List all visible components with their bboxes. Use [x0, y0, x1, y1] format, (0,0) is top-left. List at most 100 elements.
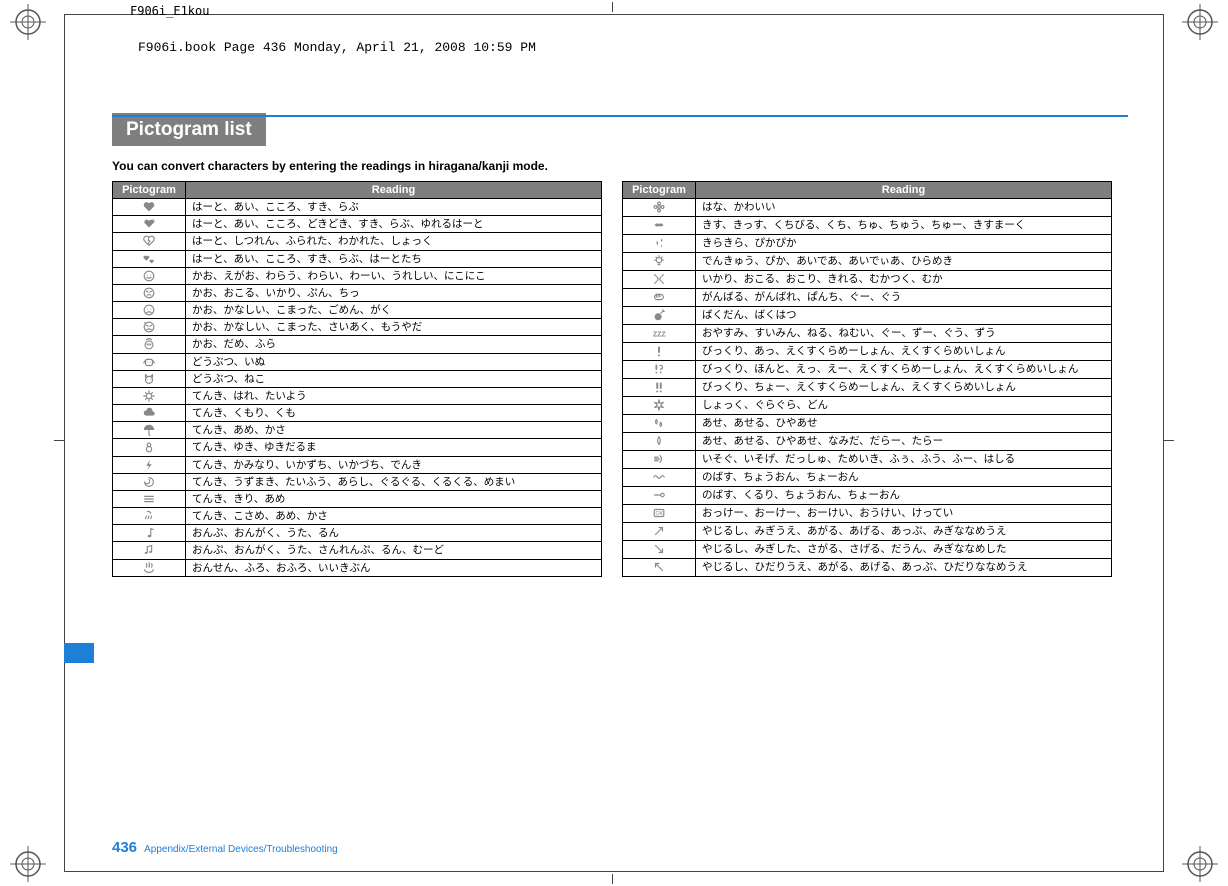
- table-row: がんばる、がんばれ、ぱんち、ぐー、ぐう: [623, 288, 1112, 306]
- table-row: はーと、あい、こころ、すき、らぶ: [113, 199, 602, 216]
- table-row: てんき、かみなり、いかずち、いかづち、でんき: [113, 456, 602, 473]
- reading-cell: びっくり、ほんと、えっ、えー、えくすくらめーしょん、えくすくらめいしょん: [696, 360, 1112, 378]
- table-row: てんき、ゆき、ゆきだるま: [113, 439, 602, 456]
- face-despair-icon: [113, 319, 186, 336]
- registration-mark-br: [1182, 846, 1218, 882]
- table-row: のばす、ちょうおん、ちょーおん: [623, 468, 1112, 486]
- reading-cell: どうぶつ、いぬ: [186, 353, 602, 370]
- reading-cell: びっくり、あっ、えくすくらめーしょん、えくすくらめいしょん: [696, 342, 1112, 360]
- reading-cell: どうぶつ、ねこ: [186, 370, 602, 387]
- sparkle-icon: [623, 234, 696, 252]
- registration-mark-bl: [10, 846, 46, 882]
- table-row: あせ、あせる、ひやあせ、なみだ、だらー、たらー: [623, 432, 1112, 450]
- table-row: はーと、あい、こころ、どきどき、すき、らぶ、ゆれるはーと: [113, 216, 602, 233]
- lightning-icon: [113, 456, 186, 473]
- page-number: 436: [112, 839, 137, 856]
- reading-cell: きらきら、ぴかぴか: [696, 234, 1112, 252]
- dog-icon: [113, 353, 186, 370]
- notes-icon: [113, 542, 186, 559]
- table-row: いかり、おこる、おこり、きれる、むかつく、むか: [623, 270, 1112, 288]
- crop-tick: [1164, 440, 1174, 441]
- source-filename: F906i_E1kou: [130, 4, 209, 18]
- table-row: てんき、あめ、かさ: [113, 422, 602, 439]
- reading-cell: てんき、くもり、くも: [186, 405, 602, 422]
- svg-text:ZZZ: ZZZ: [653, 332, 666, 339]
- ok-icon: OK: [623, 504, 696, 522]
- sun-icon: [113, 387, 186, 404]
- reading-cell: おやすみ、すいみん、ねる、ねむい、ぐー、ずー、ぐう、ずう: [696, 324, 1112, 342]
- reading-cell: あせ、あせる、ひやあせ: [696, 414, 1112, 432]
- exclaim-q-icon: [623, 360, 696, 378]
- dash-icon: [623, 450, 696, 468]
- crop-tick: [612, 874, 613, 884]
- sweat-drops-icon: [623, 414, 696, 432]
- table-row: やじるし、みぎした、さがる、さげる、だうん、みぎななめした: [623, 540, 1112, 558]
- page-title: Pictogram list: [112, 113, 266, 146]
- table-row: きらきら、ぴかぴか: [623, 234, 1112, 252]
- table-row: しょっく、ぐらぐら、どん: [623, 396, 1112, 414]
- table-row: ばくだん、ばくはつ: [623, 306, 1112, 324]
- reading-cell: しょっく、ぐらぐら、どん: [696, 396, 1112, 414]
- arrow-dr-icon: [623, 540, 696, 558]
- reading-cell: てんき、あめ、かさ: [186, 422, 602, 439]
- pictogram-table-right: Pictogram Reading はな、かわいいきす、きっす、くちびる、くち、…: [622, 181, 1112, 577]
- heart-broken-icon: [113, 233, 186, 250]
- table-row: ZZZ おやすみ、すいみん、ねる、ねむい、ぐー、ずー、ぐう、ずう: [623, 324, 1112, 342]
- table-row: はーと、あい、こころ、すき、らぶ、はーとたち: [113, 250, 602, 267]
- crop-tick: [612, 2, 613, 12]
- reading-cell: のばす、くるり、ちょうおん、ちょーおん: [696, 486, 1112, 504]
- reading-cell: おんぷ、おんがく、うた、るん: [186, 525, 602, 542]
- table-row: かお、えがお、わらう、わらい、わーい、うれしい、にこにこ: [113, 267, 602, 284]
- table-row: あせ、あせる、ひやあせ: [623, 414, 1112, 432]
- table-row: おんぷ、おんがく、うた、るん: [113, 525, 602, 542]
- double-exclaim-icon: [623, 378, 696, 396]
- table-row: おんぷ、おんがく、うた、さんれんぷ、るん、むーど: [113, 542, 602, 559]
- reading-cell: のばす、ちょうおん、ちょーおん: [696, 468, 1112, 486]
- lightbulb-icon: [623, 252, 696, 270]
- reading-cell: てんき、かみなり、いかずち、いかづち、でんき: [186, 456, 602, 473]
- arrow-ur-icon: [623, 522, 696, 540]
- reading-cell: ばくだん、ばくはつ: [696, 306, 1112, 324]
- reading-cell: はーと、しつれん、ふられた、わかれた、しょっく: [186, 233, 602, 250]
- reading-cell: かお、おこる、いかり、ぷん、ちっ: [186, 284, 602, 301]
- heart-icon: [113, 199, 186, 216]
- reading-cell: きす、きっす、くちびる、くち、ちゅ、ちゅう、ちゅー、きすまーく: [696, 216, 1112, 234]
- reading-cell: てんき、きり、あめ: [186, 490, 602, 507]
- intro-text: You can convert characters by entering t…: [112, 159, 1128, 173]
- table-row: びっくり、ほんと、えっ、えー、えくすくらめーしょん、えくすくらめいしょん: [623, 360, 1112, 378]
- col-reading: Reading: [696, 182, 1112, 199]
- table-row: てんき、こさめ、あめ、かさ: [113, 508, 602, 525]
- umbrella-icon: [113, 422, 186, 439]
- wave-icon: [623, 468, 696, 486]
- title-block: Pictogram list: [112, 115, 1128, 141]
- col-reading: Reading: [186, 182, 602, 199]
- face-angry-icon: [113, 284, 186, 301]
- arrow-ul-icon: [623, 558, 696, 576]
- reading-cell: やじるし、ひだりうえ、あがる、あげる、あっぷ、ひだりななめうえ: [696, 558, 1112, 576]
- table-row: いそぐ、いそげ、だっしゅ、ためいき、ふぅ、ふう、ふー、はしる: [623, 450, 1112, 468]
- face-sad-icon: [113, 302, 186, 319]
- reading-cell: はな、かわいい: [696, 199, 1112, 217]
- table-row: てんき、はれ、たいよう: [113, 387, 602, 404]
- face-dizzy-icon: [113, 336, 186, 353]
- reading-cell: やじるし、みぎした、さがる、さげる、だうん、みぎななめした: [696, 540, 1112, 558]
- table-row: はな、かわいい: [623, 199, 1112, 217]
- header-note: F906i.book Page 436 Monday, April 21, 20…: [138, 40, 536, 55]
- reading-cell: おんせん、ふろ、おふろ、いいきぶん: [186, 559, 602, 576]
- drizzle-icon: [113, 508, 186, 525]
- flower-icon: [623, 199, 696, 217]
- hearts-icon: [113, 250, 186, 267]
- reading-cell: おっけー、おーけー、おーけい、おうけい、けってい: [696, 504, 1112, 522]
- impact-icon: [623, 396, 696, 414]
- reading-cell: あせ、あせる、ひやあせ、なみだ、だらー、たらー: [696, 432, 1112, 450]
- col-pictogram: Pictogram: [623, 182, 696, 199]
- table-row: おんせん、ふろ、おふろ、いいきぶん: [113, 559, 602, 576]
- heart-beat-icon: [113, 216, 186, 233]
- mist-icon: [113, 490, 186, 507]
- exclaim-icon: [623, 342, 696, 360]
- reading-cell: いそぐ、いそげ、だっしゅ、ためいき、ふぅ、ふう、ふー、はしる: [696, 450, 1112, 468]
- cat-icon: [113, 370, 186, 387]
- reading-cell: やじるし、みぎうえ、あがる、あげる、あっぷ、みぎななめうえ: [696, 522, 1112, 540]
- table-row: かお、かなしい、こまった、さいあく、もうやだ: [113, 319, 602, 336]
- face-smile-icon: [113, 267, 186, 284]
